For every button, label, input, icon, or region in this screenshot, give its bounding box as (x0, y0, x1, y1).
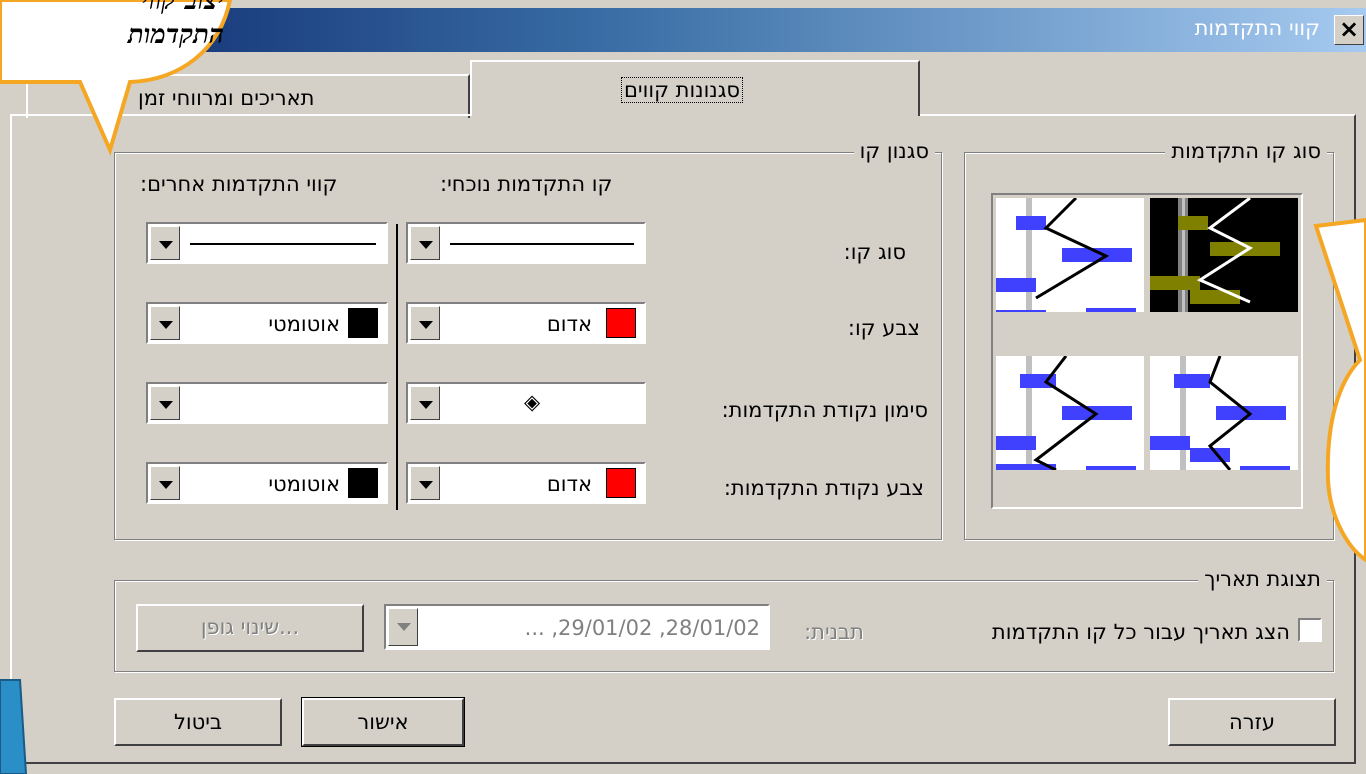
callout-line-1: יצוב קווי (141, 0, 224, 16)
callout-label: יצוב קווי התקדמות (0, 0, 230, 80)
callout-line-2: התקדמות (127, 20, 224, 50)
callout-overlay (0, 0, 1366, 774)
